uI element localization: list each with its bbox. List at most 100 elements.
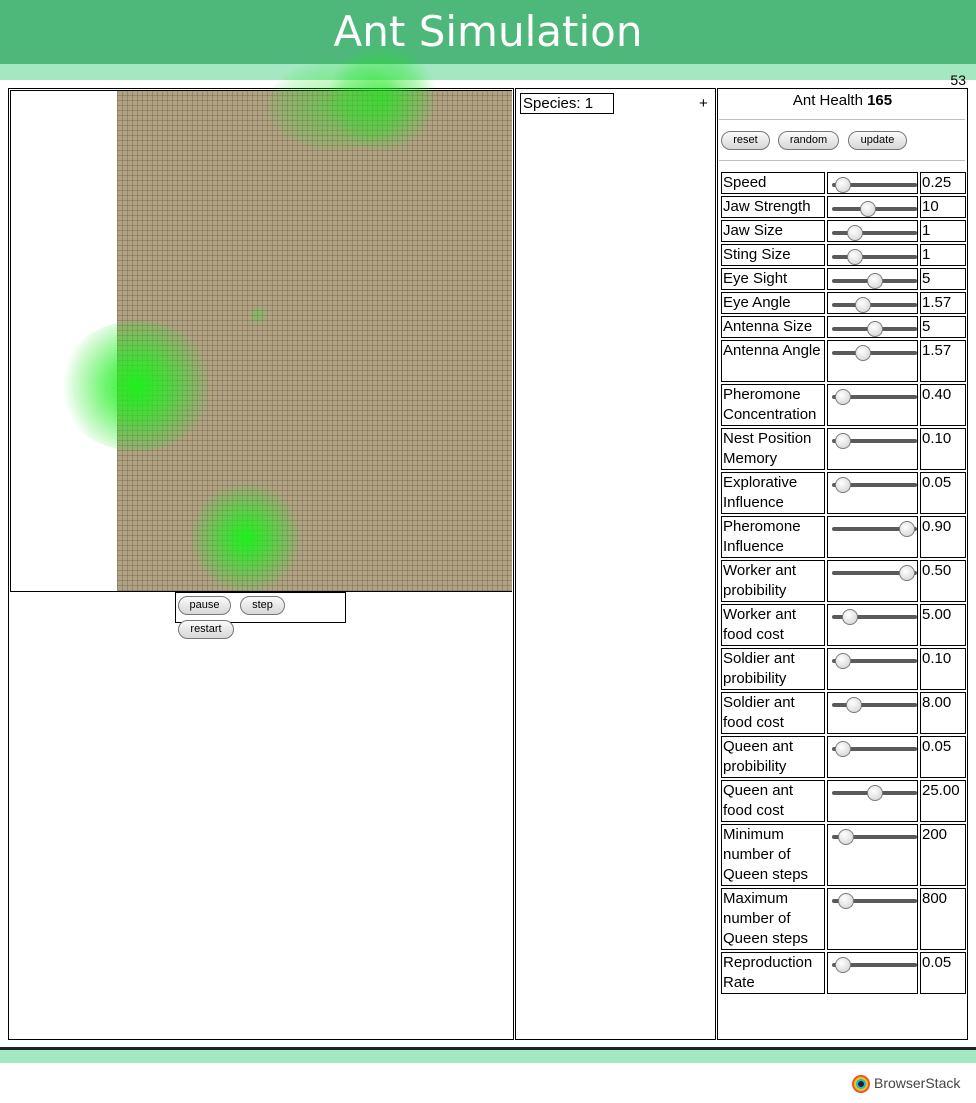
parameter-row: Worker ant probibility 0.50 — [721, 560, 966, 602]
parameter-slider[interactable] — [827, 888, 918, 950]
footer-strip — [0, 1050, 976, 1063]
slider-thumb[interactable] — [847, 225, 864, 241]
slider-thumb[interactable] — [837, 829, 854, 845]
parameter-label: Sting Size — [721, 244, 825, 266]
parameter-value[interactable]: 1.57 — [920, 292, 966, 314]
parameter-value[interactable]: 0.90 — [920, 516, 966, 558]
add-species-button[interactable]: + — [699, 95, 708, 112]
parameter-row: Eye Sight 5 — [721, 268, 966, 290]
parameter-value[interactable]: 25.00 — [920, 780, 966, 822]
parameter-value[interactable]: 0.05 — [920, 952, 966, 994]
parameter-slider[interactable] — [827, 648, 918, 690]
pause-button[interactable]: pause — [178, 596, 231, 615]
parameter-slider[interactable] — [827, 196, 918, 218]
food-source — [57, 321, 217, 451]
parameter-value[interactable]: 8.00 — [920, 692, 966, 734]
parameter-value[interactable]: 0.10 — [920, 428, 966, 470]
parameter-value[interactable]: 1 — [920, 220, 966, 242]
parameter-value[interactable]: 5.00 — [920, 604, 966, 646]
parameter-slider[interactable] — [827, 780, 918, 822]
parameter-value[interactable]: 0.40 — [920, 384, 966, 426]
parameter-label: Soldier ant food cost — [721, 692, 825, 734]
parameter-slider[interactable] — [827, 952, 918, 994]
slider-thumb[interactable] — [842, 609, 859, 625]
parameter-slider[interactable] — [827, 220, 918, 242]
parameter-slider[interactable] — [827, 172, 918, 194]
slider-thumb[interactable] — [845, 697, 862, 713]
parameter-value[interactable]: 800 — [920, 888, 966, 950]
slider-thumb[interactable] — [859, 201, 876, 217]
parameter-slider[interactable] — [827, 824, 918, 886]
restart-button[interactable]: restart — [178, 620, 234, 639]
slider-thumb[interactable] — [898, 521, 915, 537]
slider-thumb[interactable] — [835, 177, 852, 193]
parameter-value[interactable]: 0.05 — [920, 736, 966, 778]
slider-thumb[interactable] — [898, 565, 915, 581]
slider-thumb[interactable] — [854, 297, 871, 313]
slider-thumb[interactable] — [866, 273, 883, 289]
parameter-value[interactable]: 0.25 — [920, 172, 966, 194]
parameter-value[interactable]: 1 — [920, 244, 966, 266]
simulation-grid[interactable] — [57, 46, 512, 595]
slider-thumb[interactable] — [835, 477, 852, 493]
parameter-value[interactable]: 5 — [920, 316, 966, 338]
parameter-label: Queen ant food cost — [721, 780, 825, 822]
update-button[interactable]: update — [848, 131, 907, 150]
parameter-slider[interactable] — [827, 560, 918, 602]
parameter-row: Soldier ant food cost 8.00 — [721, 692, 966, 734]
species-selector[interactable]: Species: 1 — [520, 93, 614, 114]
parameter-label: Nest Position Memory — [721, 428, 825, 470]
parameter-row: Minimum number of Queen steps 200 — [721, 824, 966, 886]
parameter-row: Queen ant probibility 0.05 — [721, 736, 966, 778]
step-button[interactable]: step — [240, 596, 285, 615]
parameter-slider[interactable] — [827, 472, 918, 514]
slider-thumb[interactable] — [835, 389, 852, 405]
parameter-value[interactable]: 10 — [920, 196, 966, 218]
parameter-row: Maximum number of Queen steps 800 — [721, 888, 966, 950]
divider — [719, 160, 965, 161]
ant-health: Ant Health 165 — [718, 92, 967, 109]
parameter-slider[interactable] — [827, 340, 918, 382]
parameter-slider[interactable] — [827, 736, 918, 778]
parameter-label: Worker ant food cost — [721, 604, 825, 646]
parameter-value[interactable]: 1.57 — [920, 340, 966, 382]
parameter-slider[interactable] — [827, 292, 918, 314]
parameter-label: Antenna Angle — [721, 340, 825, 382]
slider-thumb[interactable] — [854, 345, 871, 361]
parameter-slider[interactable] — [827, 516, 918, 558]
slider-thumb[interactable] — [835, 653, 852, 669]
parameter-slider[interactable] — [827, 244, 918, 266]
slider-track[interactable] — [832, 351, 917, 355]
slider-thumb[interactable] — [866, 785, 883, 801]
slider-thumb[interactable] — [847, 249, 864, 265]
slider-thumb[interactable] — [835, 433, 852, 449]
parameter-label: Queen ant probibility — [721, 736, 825, 778]
parameter-slider[interactable] — [827, 604, 918, 646]
parameter-slider[interactable] — [827, 428, 918, 470]
slider-track[interactable] — [832, 231, 917, 235]
slider-thumb[interactable] — [835, 741, 852, 757]
ant-health-label: Ant Health — [792, 92, 863, 109]
slider-track[interactable] — [832, 255, 917, 259]
food-source — [189, 481, 303, 595]
parameter-slider[interactable] — [827, 316, 918, 338]
slider-track[interactable] — [832, 703, 917, 707]
slider-track[interactable] — [832, 303, 917, 307]
slider-thumb[interactable] — [835, 957, 852, 973]
slider-thumb[interactable] — [837, 893, 854, 909]
parameter-value[interactable]: 0.10 — [920, 648, 966, 690]
parameter-value[interactable]: 0.05 — [920, 472, 966, 514]
reset-button[interactable]: reset — [721, 131, 770, 150]
parameter-slider[interactable] — [827, 268, 918, 290]
parameter-slider[interactable] — [827, 384, 918, 426]
parameter-label: Speed — [721, 172, 825, 194]
parameter-label: Pheromone Concentration — [721, 384, 825, 426]
random-button[interactable]: random — [778, 131, 839, 150]
species-panel — [515, 88, 716, 1040]
slider-thumb[interactable] — [866, 321, 883, 337]
parameter-slider[interactable] — [827, 692, 918, 734]
food-source — [247, 305, 269, 325]
parameter-value[interactable]: 200 — [920, 824, 966, 886]
parameter-value[interactable]: 5 — [920, 268, 966, 290]
parameter-value[interactable]: 0.50 — [920, 560, 966, 602]
